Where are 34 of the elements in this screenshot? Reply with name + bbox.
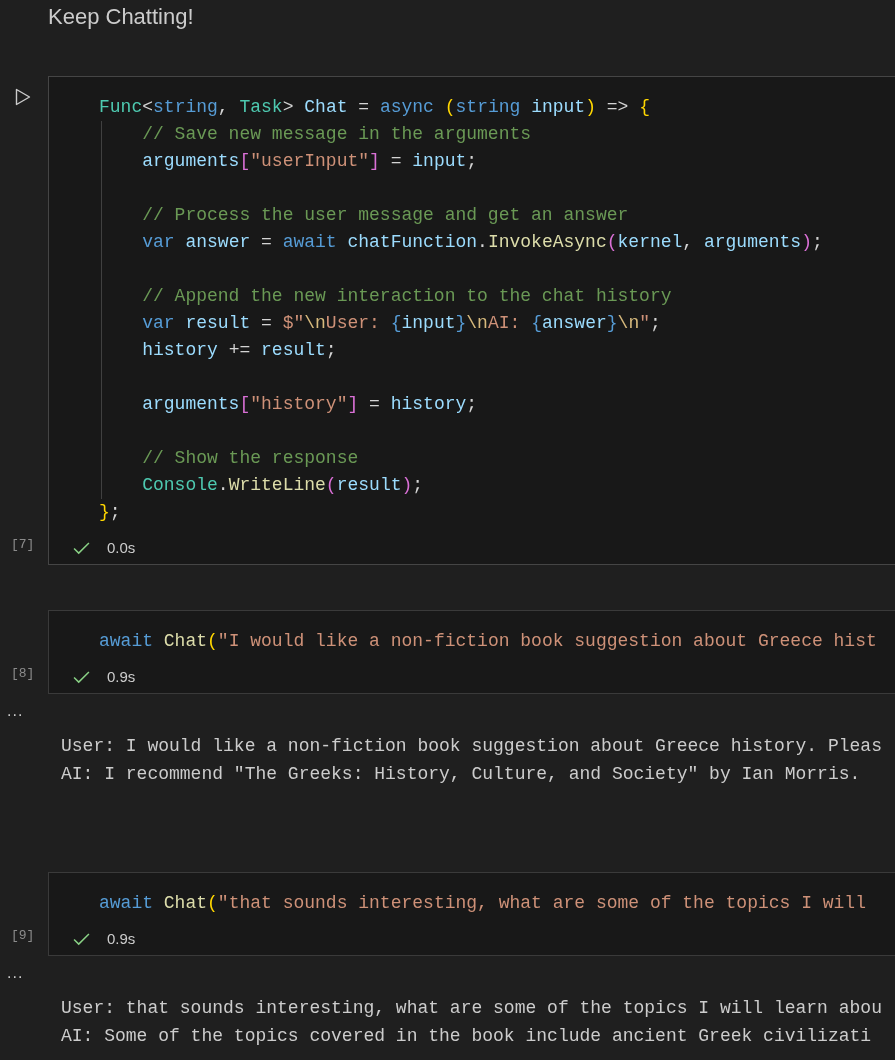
output-line: User: I would like a non-fiction book suggestion about Greece history. Pleas: [60, 735, 883, 758]
code-cell[interactable]: await Chat("that sounds interesting, what are some of the topics I will 0.9s: [48, 872, 895, 956]
code-cell[interactable]: [48, 76, 895, 565]
output-more-button[interactable]: ...: [0, 694, 895, 732]
execution-count: [7]: [11, 536, 35, 554]
check-icon: [73, 541, 90, 555]
output-more-button[interactable]: ...: [0, 956, 895, 994]
check-icon: [73, 932, 90, 946]
execution-time: 0.0s: [107, 537, 136, 558]
code-line: // Process the user message and get an answer: [141, 204, 630, 227]
notebook-heading: Keep Chatting!: [47, 3, 195, 31]
code-line: // Show the response: [141, 447, 360, 470]
code-line: arguments["history"] = history;: [141, 393, 479, 416]
execution-time: 0.9s: [107, 666, 136, 687]
code-line: arguments["userInput"] = input;: [141, 150, 479, 173]
run-icon[interactable]: [15, 88, 31, 106]
code-line: // Append the new interaction to the chat history: [141, 285, 673, 308]
code-line: var result = $"\nUser: {input}\nAI: {answer}\n";: [141, 312, 662, 335]
output-line: User: that sounds interesting, what are some of the topics I will learn abou: [60, 997, 883, 1020]
code-line: await Chat("that sounds interesting, what are some of the topics I will: [99, 892, 867, 915]
code-line: Console.WriteLine(result);: [141, 474, 425, 497]
execution-count: [9]: [11, 927, 35, 945]
execution-count: [8]: [11, 665, 35, 683]
output-line: AI: I recommend "The Greeks: History, Culture, and Society" by Ian Morris.: [60, 763, 862, 786]
execution-time: 0.9s: [107, 928, 136, 949]
code-cell[interactable]: await Chat("I would like a non-fiction book suggestion about Greece hist 0.9s: [48, 610, 895, 694]
code-line: await Chat("I would like a non-fiction book suggestion about Greece hist: [99, 630, 878, 653]
check-icon: [73, 670, 90, 684]
code-line: history += result;: [141, 339, 338, 362]
code-line: var answer = await chatFunction.InvokeAsync(kernel, arguments);: [141, 231, 824, 254]
code-line: // Save new message in the arguments: [141, 123, 533, 146]
code-line: };: [99, 501, 122, 524]
output-line: AI: Some of the topics covered in the book include ancient Greek civilizati: [60, 1025, 873, 1048]
code-line: Func<string, Task> Chat = async (string input) => {: [99, 96, 651, 119]
